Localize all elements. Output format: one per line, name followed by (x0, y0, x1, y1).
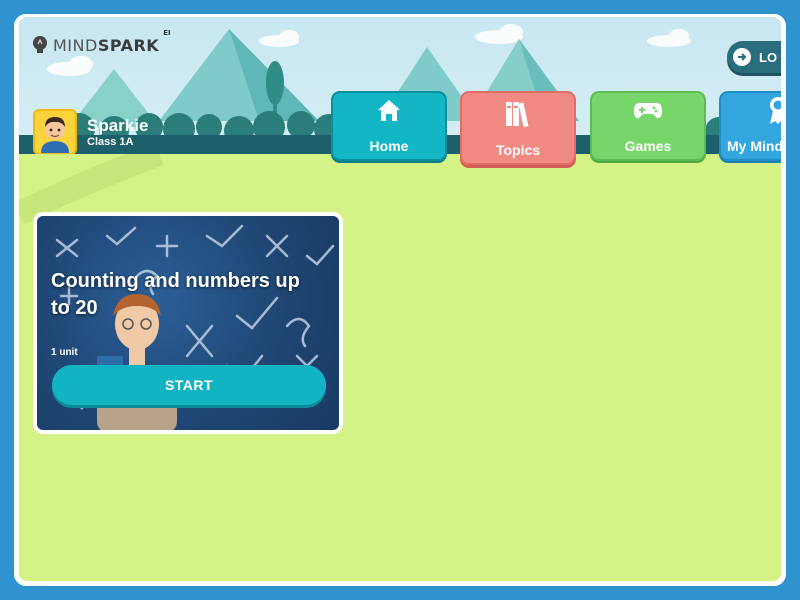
topic-card-image: Counting and numbers up to 20 1 unit STA… (37, 216, 339, 430)
logout-button[interactable]: LO (727, 41, 781, 73)
tab-topics[interactable]: Topics (460, 91, 576, 165)
bulb-icon (33, 36, 47, 53)
app-stage: MINDSPARK EI LO Sparkie Class 1A Home To… (19, 17, 781, 581)
gamepad-icon (633, 94, 663, 126)
topic-title: Counting and numbers up to 20 (51, 270, 300, 319)
books-icon (503, 98, 533, 130)
user-info: Sparkie Class 1A (33, 109, 148, 154)
logo-text-bold: SPARK (97, 35, 160, 55)
tab-home-label: Home (369, 138, 409, 154)
user-name: Sparkie (87, 116, 149, 135)
student-avatar-icon (41, 117, 69, 153)
topic-card[interactable]: Counting and numbers up to 20 1 unit STA… (33, 212, 343, 434)
avatar (33, 109, 77, 154)
mindspark-logo: MINDSPARK EI (31, 29, 171, 57)
tab-games[interactable]: Games (590, 91, 706, 161)
tab-my-mind-label: My Mind (727, 138, 781, 154)
tab-games-label: Games (624, 138, 672, 154)
tab-my-mind[interactable]: My Mind (719, 91, 781, 161)
arrow-right-icon (733, 48, 751, 66)
home-icon (375, 94, 403, 126)
ribbon-badge-icon (727, 94, 781, 126)
app-frame: MINDSPARK EI LO Sparkie Class 1A Home To… (14, 14, 786, 586)
start-button[interactable]: START (52, 365, 326, 405)
logout-label: LO (759, 49, 778, 65)
tab-home[interactable]: Home (331, 91, 447, 161)
user-class: Class 1A (87, 136, 134, 148)
tab-topics-label: Topics (495, 142, 541, 158)
topic-unit-count: 1 unit (51, 347, 78, 358)
logo-text-light: MIND (53, 35, 98, 55)
logo-superscript: EI (163, 29, 171, 37)
